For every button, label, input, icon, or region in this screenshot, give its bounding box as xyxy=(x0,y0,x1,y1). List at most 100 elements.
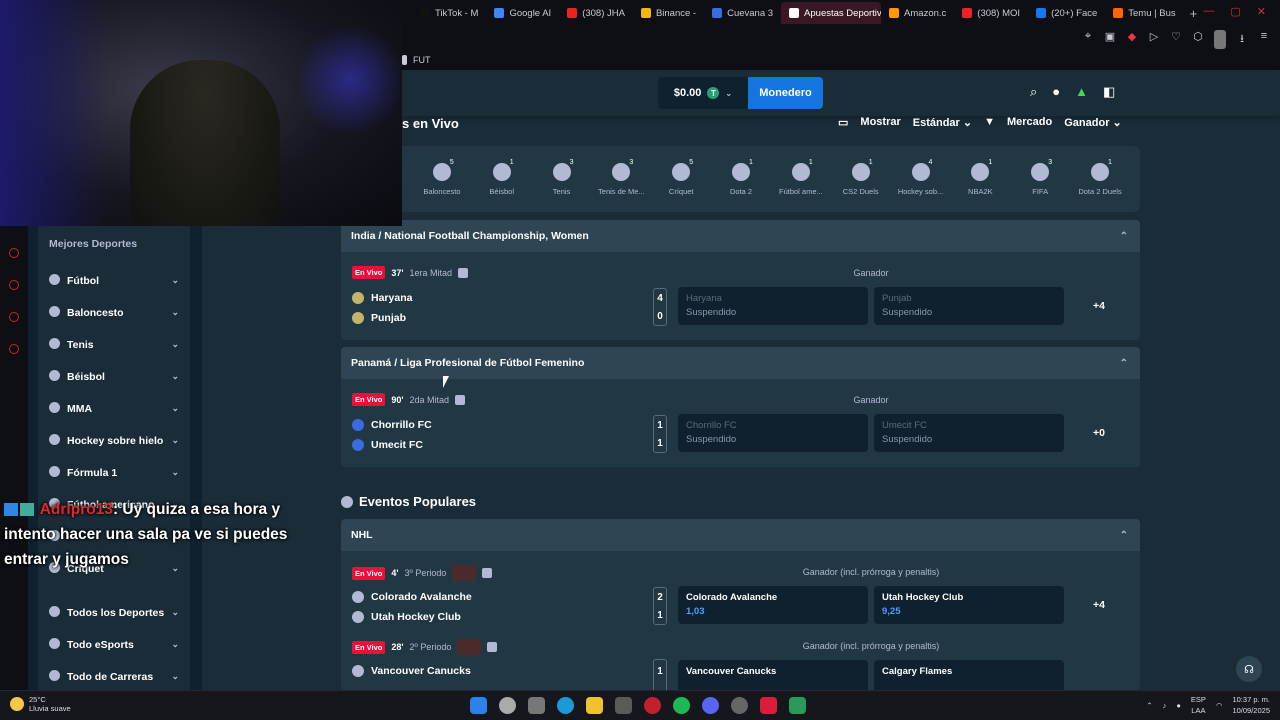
sport-tile[interactable]: 1 CS2 Duels xyxy=(833,159,889,196)
sidebar-item[interactable]: MMA ⌄ xyxy=(38,392,190,424)
betslip-icon[interactable]: ◧ xyxy=(1103,84,1115,100)
extension-icon[interactable]: ⬡ xyxy=(1192,30,1204,49)
sport-tile[interactable]: 1 NBA2K xyxy=(952,159,1008,196)
store-icon[interactable] xyxy=(615,697,632,714)
odd-button-home[interactable]: Vancouver Canucks xyxy=(678,660,868,690)
language-indicator[interactable]: ESP LAA xyxy=(1191,694,1206,716)
play-icon[interactable]: ▷ xyxy=(1148,30,1160,49)
sport-tile[interactable]: 1 Béisbol xyxy=(474,159,530,196)
mic-icon[interactable]: ● xyxy=(1176,701,1181,710)
heart-icon[interactable]: ♡ xyxy=(1170,30,1182,49)
browser-tab[interactable]: Amazon.c xyxy=(881,2,954,24)
sidebar-item[interactable]: Béisbol ⌄ xyxy=(38,360,190,392)
sidebar-item[interactable]: Baloncesto ⌄ xyxy=(38,296,190,328)
new-tab-button[interactable]: + xyxy=(1184,6,1204,21)
sidebar-item[interactable]: Todos los Deportes ⌄ xyxy=(38,596,190,628)
browser-tab[interactable]: TikTok - M xyxy=(412,2,486,24)
more-markets[interactable]: +0 xyxy=(1093,427,1105,439)
chevron-up-icon[interactable]: ⌃ xyxy=(1120,231,1128,242)
browser-tab[interactable]: Temu | Bus xyxy=(1105,2,1183,24)
close-icon[interactable]: ✕ xyxy=(1257,5,1266,18)
chevron-down-icon[interactable]: ⌄ xyxy=(171,607,179,618)
show-select[interactable]: Estándar ⌄ xyxy=(913,116,972,129)
browser-tab[interactable]: Cuevana 3 xyxy=(704,2,781,24)
sport-tile[interactable]: 4 Hockey sob... xyxy=(893,159,949,196)
chevron-down-icon[interactable]: ⌄ xyxy=(171,371,179,382)
avatar[interactable] xyxy=(1214,30,1226,49)
chevron-down-icon[interactable]: ⌄ xyxy=(171,435,179,446)
browser-tab[interactable]: (308) JHA xyxy=(559,2,633,24)
chevron-down-icon[interactable]: ⌄ xyxy=(171,307,179,318)
more-markets[interactable]: +4 xyxy=(1093,300,1105,312)
edge-icon[interactable] xyxy=(557,697,574,714)
file-explorer-icon[interactable] xyxy=(586,697,603,714)
pin-icon[interactable]: ⌖ xyxy=(1082,30,1094,49)
weather-widget[interactable]: 25°C Lluvia suave xyxy=(10,695,71,713)
sidebar-item[interactable]: Todo de Carreras ⌄ xyxy=(38,660,190,692)
support-icon[interactable]: ☊ xyxy=(1236,656,1262,682)
chevron-up-icon[interactable]: ⌃ xyxy=(1120,530,1128,541)
capture-icon[interactable]: ▣ xyxy=(1104,30,1116,49)
odd-button-away[interactable]: Utah Hockey Club 9,25 xyxy=(874,586,1064,624)
sidebar-item[interactable]: Tenis ⌄ xyxy=(38,328,190,360)
sport-tile[interactable]: 3 FIFA xyxy=(1012,159,1068,196)
balance-selector[interactable]: $0.00 T ⌄ xyxy=(658,77,748,109)
market-select[interactable]: Ganador ⌄ xyxy=(1064,116,1122,129)
minimize-icon[interactable]: — xyxy=(1203,5,1214,18)
maximize-icon[interactable]: ▢ xyxy=(1230,5,1240,18)
sport-tile[interactable]: 1 Fútbol ame... xyxy=(773,159,829,196)
windows-start-icon[interactable] xyxy=(470,697,487,714)
odd-button-home[interactable]: Haryana Suspendido xyxy=(678,287,868,325)
chevron-down-icon[interactable]: ⌄ xyxy=(171,339,179,350)
stream-icon[interactable] xyxy=(452,565,477,581)
download-icon[interactable]: ⭳ xyxy=(1236,30,1248,49)
sport-tile[interactable]: 5 Críquet xyxy=(653,159,709,196)
sidebar-item[interactable]: Fórmula 1 ⌄ xyxy=(38,456,190,488)
game-icon[interactable] xyxy=(789,697,806,714)
match-row[interactable]: En Vivo 4' 3º Periodo Ganador (incl. pró… xyxy=(341,551,1140,639)
chevron-down-icon[interactable]: ⌄ xyxy=(171,671,179,682)
browser-tab[interactable]: (20+) Face xyxy=(1028,2,1105,24)
tf-app-icon[interactable] xyxy=(760,697,777,714)
sport-tile[interactable]: 1 Dota 2 xyxy=(713,159,769,196)
stream-icon[interactable] xyxy=(457,639,482,655)
user-icon[interactable]: ● xyxy=(1052,84,1060,100)
sidebar-item[interactable]: Fútbol ⌄ xyxy=(38,264,190,296)
search-icon[interactable]: ⌕ xyxy=(1030,84,1037,100)
discord-icon[interactable] xyxy=(702,697,719,714)
chevron-down-icon[interactable]: ⌄ xyxy=(171,639,179,650)
chevron-down-icon[interactable]: ⌄ xyxy=(171,467,179,478)
browser-tab[interactable]: Binance - xyxy=(633,2,704,24)
shield-icon[interactable]: ◆ xyxy=(1126,30,1138,49)
league-header[interactable]: Panamá / Liga Profesional de Fútbol Feme… xyxy=(341,347,1140,379)
search-icon[interactable] xyxy=(499,697,516,714)
stats-icon[interactable] xyxy=(487,642,498,652)
browser-tab[interactable]: Google AI xyxy=(486,2,559,24)
browser-tab[interactable]: (308) MOI xyxy=(954,2,1028,24)
stats-icon[interactable] xyxy=(458,267,469,278)
sidebar-item[interactable]: Hockey sobre hielo ⌄ xyxy=(38,424,190,456)
sport-tile[interactable]: 1 Dota 2 Duels xyxy=(1072,159,1128,196)
clock[interactable]: 10:37 p. m. 10/09/2025 xyxy=(1232,694,1270,716)
sport-tile[interactable]: 3 Tenis de Me... xyxy=(593,159,649,196)
chevron-down-icon[interactable]: ⌄ xyxy=(171,275,179,286)
match-row[interactable]: En Vivo 28' 2º Periodo Ganador (incl. pr… xyxy=(341,639,1140,690)
sport-tile[interactable]: 5 Baloncesto xyxy=(414,159,470,196)
speaker-icon[interactable]: ♪ xyxy=(1163,701,1167,710)
steam-icon[interactable] xyxy=(731,697,748,714)
tray-chevron-icon[interactable]: ⌃ xyxy=(1146,701,1152,710)
menu-icon[interactable]: ≡ xyxy=(1258,30,1270,49)
task-view-icon[interactable] xyxy=(528,697,545,714)
odd-button-away[interactable]: Umecit FC Suspendido xyxy=(874,414,1064,452)
spotify-icon[interactable] xyxy=(673,697,690,714)
chevron-up-icon[interactable]: ⌃ xyxy=(1120,358,1128,369)
match-row[interactable]: En Vivo 37' 1era Mitad Ganador Haryana P… xyxy=(341,252,1140,340)
browser-tab[interactable]: Apuestas Deportiv xyxy=(781,2,882,24)
wifi-icon[interactable]: ◠ xyxy=(1216,701,1223,710)
stats-icon[interactable] xyxy=(482,568,493,578)
league-header[interactable]: India / National Football Championship, … xyxy=(341,220,1140,252)
league-header[interactable]: NHL ⌃ xyxy=(341,519,1140,551)
odd-button-away[interactable]: Calgary Flames xyxy=(874,660,1064,690)
chevron-down-icon[interactable]: ⌄ xyxy=(171,403,179,414)
sidebar-item[interactable]: Todo eSports ⌄ xyxy=(38,628,190,660)
